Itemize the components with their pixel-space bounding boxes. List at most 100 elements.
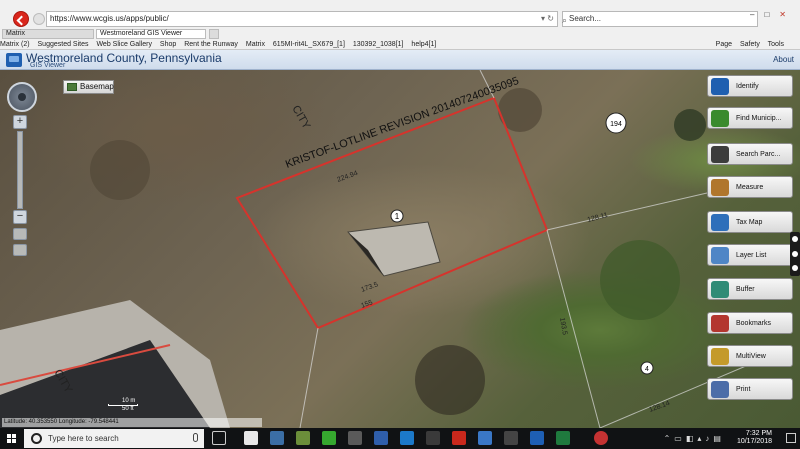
favorite-item[interactable]: Matrix [246,41,265,48]
store-icon[interactable] [244,431,258,445]
county-logo-icon [6,53,22,67]
window-controls[interactable]: –□✕ [750,10,796,19]
collapse-icon [792,265,798,271]
tool-label: Buffer [736,286,755,293]
tool-buffer[interactable]: Buffer [707,278,793,300]
zoom-in-button[interactable]: + [13,115,27,129]
parcel-line [299,327,319,428]
find-municipality-icon [711,110,729,127]
favorites-bar: Matrix (2) Suggested Sites Web Slice Gal… [0,40,800,50]
map-view[interactable]: 1 194 4 KRISTOF-LOTLINE REVISION 2014072… [0,70,800,428]
basemap-label: Basemap [80,82,114,91]
collapse-icon [792,251,798,257]
tool-print[interactable]: Print [707,378,793,400]
search-parcel-icon [711,146,729,163]
tree-canopy [600,240,680,320]
task-view-icon[interactable] [212,431,226,445]
address-bar[interactable]: https://www.wcgis.us/apps/public/ ▾ ↻ [46,11,558,27]
tool-identify[interactable]: Identify [707,75,793,97]
tool-label: Tax Map [736,219,763,226]
tool-label: Print [736,386,751,393]
favorite-item[interactable]: Suggested Sites [38,41,89,48]
zoom-previous-icon[interactable] [13,244,27,256]
favorite-item[interactable]: Rent the Runway [184,41,238,48]
favorite-item[interactable]: Matrix (2) [0,41,30,48]
tool-find-municipality[interactable]: Find Municip... [707,107,793,129]
favorite-item[interactable]: help4[1] [411,41,436,48]
search-placeholder: Search... [569,14,602,23]
app-icon[interactable] [504,431,518,445]
city-label-top: CITY [289,104,312,132]
coordinates-readout: Latitude: 40.353550 Longitude: -79.54844… [2,418,262,427]
tab-strip: Matrix Westmoreland GIS Viewer [0,29,800,39]
command-bar: Page Safety Tools [716,40,790,50]
acrobat-icon[interactable] [452,431,466,445]
close-icon[interactable]: ✕ [779,10,796,19]
app-icon[interactable] [426,431,440,445]
tool-measure[interactable]: Measure [707,176,793,198]
internet-explorer-icon[interactable] [400,431,414,445]
facebook-icon[interactable] [374,431,388,445]
map-overlay: 1 194 4 KRISTOF-LOTLINE REVISION 2014072… [0,70,761,428]
tool-label: Bookmarks [736,320,772,327]
app-icon[interactable] [478,431,492,445]
outlook-icon[interactable] [530,431,544,445]
taskbar-clock[interactable]: 7:32 PM 10/17/2018 [732,430,772,446]
tool-bookmarks[interactable]: Bookmarks [707,312,793,334]
zoom-extent-icon[interactable] [13,228,27,240]
dimension-bottom-a: 173.5 [360,281,379,294]
windows-start-icon[interactable] [0,428,24,449]
about-link[interactable]: About [773,55,794,64]
panel-collapse-tab[interactable] [790,232,800,276]
tool-layer-list[interactable]: Layer List [707,244,793,266]
favorite-item[interactable]: Web Slice Gallery [96,41,152,48]
new-tab-button[interactable] [209,29,219,39]
pan-navigator[interactable] [7,82,37,112]
zoom-out-button[interactable]: − [13,210,27,224]
zoom-slider[interactable] [17,131,23,209]
address-text: https://www.wcgis.us/apps/public/ [50,14,169,23]
parcel-line [546,229,601,428]
chrome-icon[interactable] [594,431,608,445]
tool-label: Search Parc... [736,151,781,158]
tool-search-parcel[interactable]: Search Parc... [707,143,793,165]
notifications-icon[interactable] [786,433,796,443]
basemap-button[interactable]: Basemap [63,80,114,94]
tab-gis-viewer[interactable]: Westmoreland GIS Viewer [96,29,206,39]
menu-page[interactable]: Page [716,41,732,48]
taskbar-search-placeholder: Type here to search [48,434,119,443]
dimension-bottom-b: 155 [360,299,373,310]
app-icon[interactable] [270,431,284,445]
tree-canopy [90,140,150,200]
app-header: Westmoreland County, Pennsylvania GIS Vi… [0,50,800,70]
parcel-label-1: 1 [395,212,400,221]
excel-icon[interactable] [556,431,570,445]
tool-multiview[interactable]: MultiView [707,345,793,367]
address-row: https://www.wcgis.us/apps/public/ ▾ ↻ ⌕ … [0,10,800,28]
address-actions-icon[interactable]: ▾ ↻ [541,12,554,26]
microphone-icon[interactable] [193,433,198,442]
tool-tax-map[interactable]: Tax Map [707,211,793,233]
clock-date: 10/17/2018 [736,438,772,445]
system-tray-icons[interactable]: ⌃▭◧▴♪▤ [664,434,725,443]
browser-search-input[interactable]: ⌕ Search... [562,11,758,27]
taskbar-search-input[interactable]: Type here to search [24,429,204,448]
favorite-item[interactable]: 130392_1038[1] [353,41,404,48]
bookmarks-icon [711,315,729,332]
back-button[interactable] [13,11,29,27]
app-icon[interactable] [322,431,336,445]
clock-time: 7:32 PM [745,430,772,437]
tab-matrix[interactable]: Matrix [2,29,94,39]
app-icon[interactable] [296,431,310,445]
menu-tools[interactable]: Tools [768,41,784,48]
tax-map-icon [711,214,729,231]
menu-safety[interactable]: Safety [740,41,760,48]
cortana-icon [31,433,42,444]
forward-button[interactable] [33,13,45,25]
favorite-item[interactable]: Shop [160,41,176,48]
tree-canopy [415,345,485,415]
favorite-item[interactable]: 615MI-rit4L_SX679_[1] [273,41,345,48]
multiview-icon [711,348,729,365]
scale-bar: 10 m 50 ft [108,398,148,412]
app-icon[interactable] [348,431,362,445]
